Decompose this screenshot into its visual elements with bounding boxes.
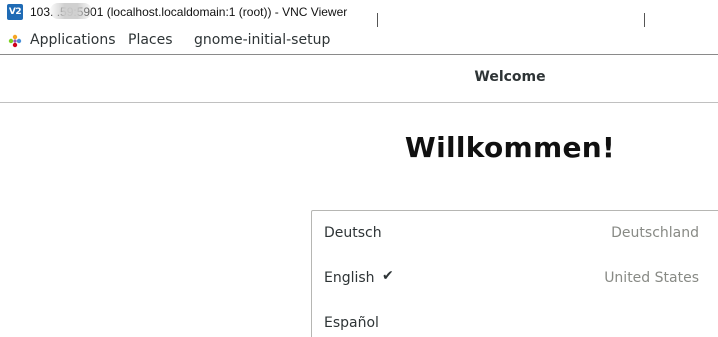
language-row-english[interactable]: English ✔ United States <box>312 256 718 301</box>
welcome-heading: Willkommen! <box>404 131 616 164</box>
language-list: Deutsch Deutschland English ✔ United Sta… <box>311 210 718 337</box>
places-menu[interactable]: Places <box>128 32 173 48</box>
vnc-titlebar: V2 103. .59:5901 (localhost.localdomain:… <box>0 0 718 30</box>
language-region: United States <box>604 270 699 286</box>
setup-headerbar: Welcome <box>0 54 718 103</box>
gnome-foot-icon <box>8 34 22 48</box>
language-name: Español <box>324 315 379 331</box>
language-name: English <box>324 270 375 286</box>
top-panel: Applications Places gnome-initial-setup <box>0 27 718 53</box>
applications-menu[interactable]: Applications <box>30 32 116 48</box>
language-row-deutsch[interactable]: Deutsch Deutschland <box>312 211 718 256</box>
checkmark-icon: ✔ <box>382 268 394 284</box>
screen: V2 103. .59:5901 (localhost.localdomain:… <box>0 0 718 337</box>
vnc-viewer-icon: V2 <box>7 4 23 20</box>
header-title: Welcome <box>474 69 546 85</box>
redacted-ip <box>50 3 92 19</box>
language-row-espanol[interactable]: Español <box>312 301 718 337</box>
app-menu[interactable]: gnome-initial-setup <box>194 32 330 48</box>
language-region: Deutschland <box>611 225 699 241</box>
language-name: Deutsch <box>324 225 382 241</box>
